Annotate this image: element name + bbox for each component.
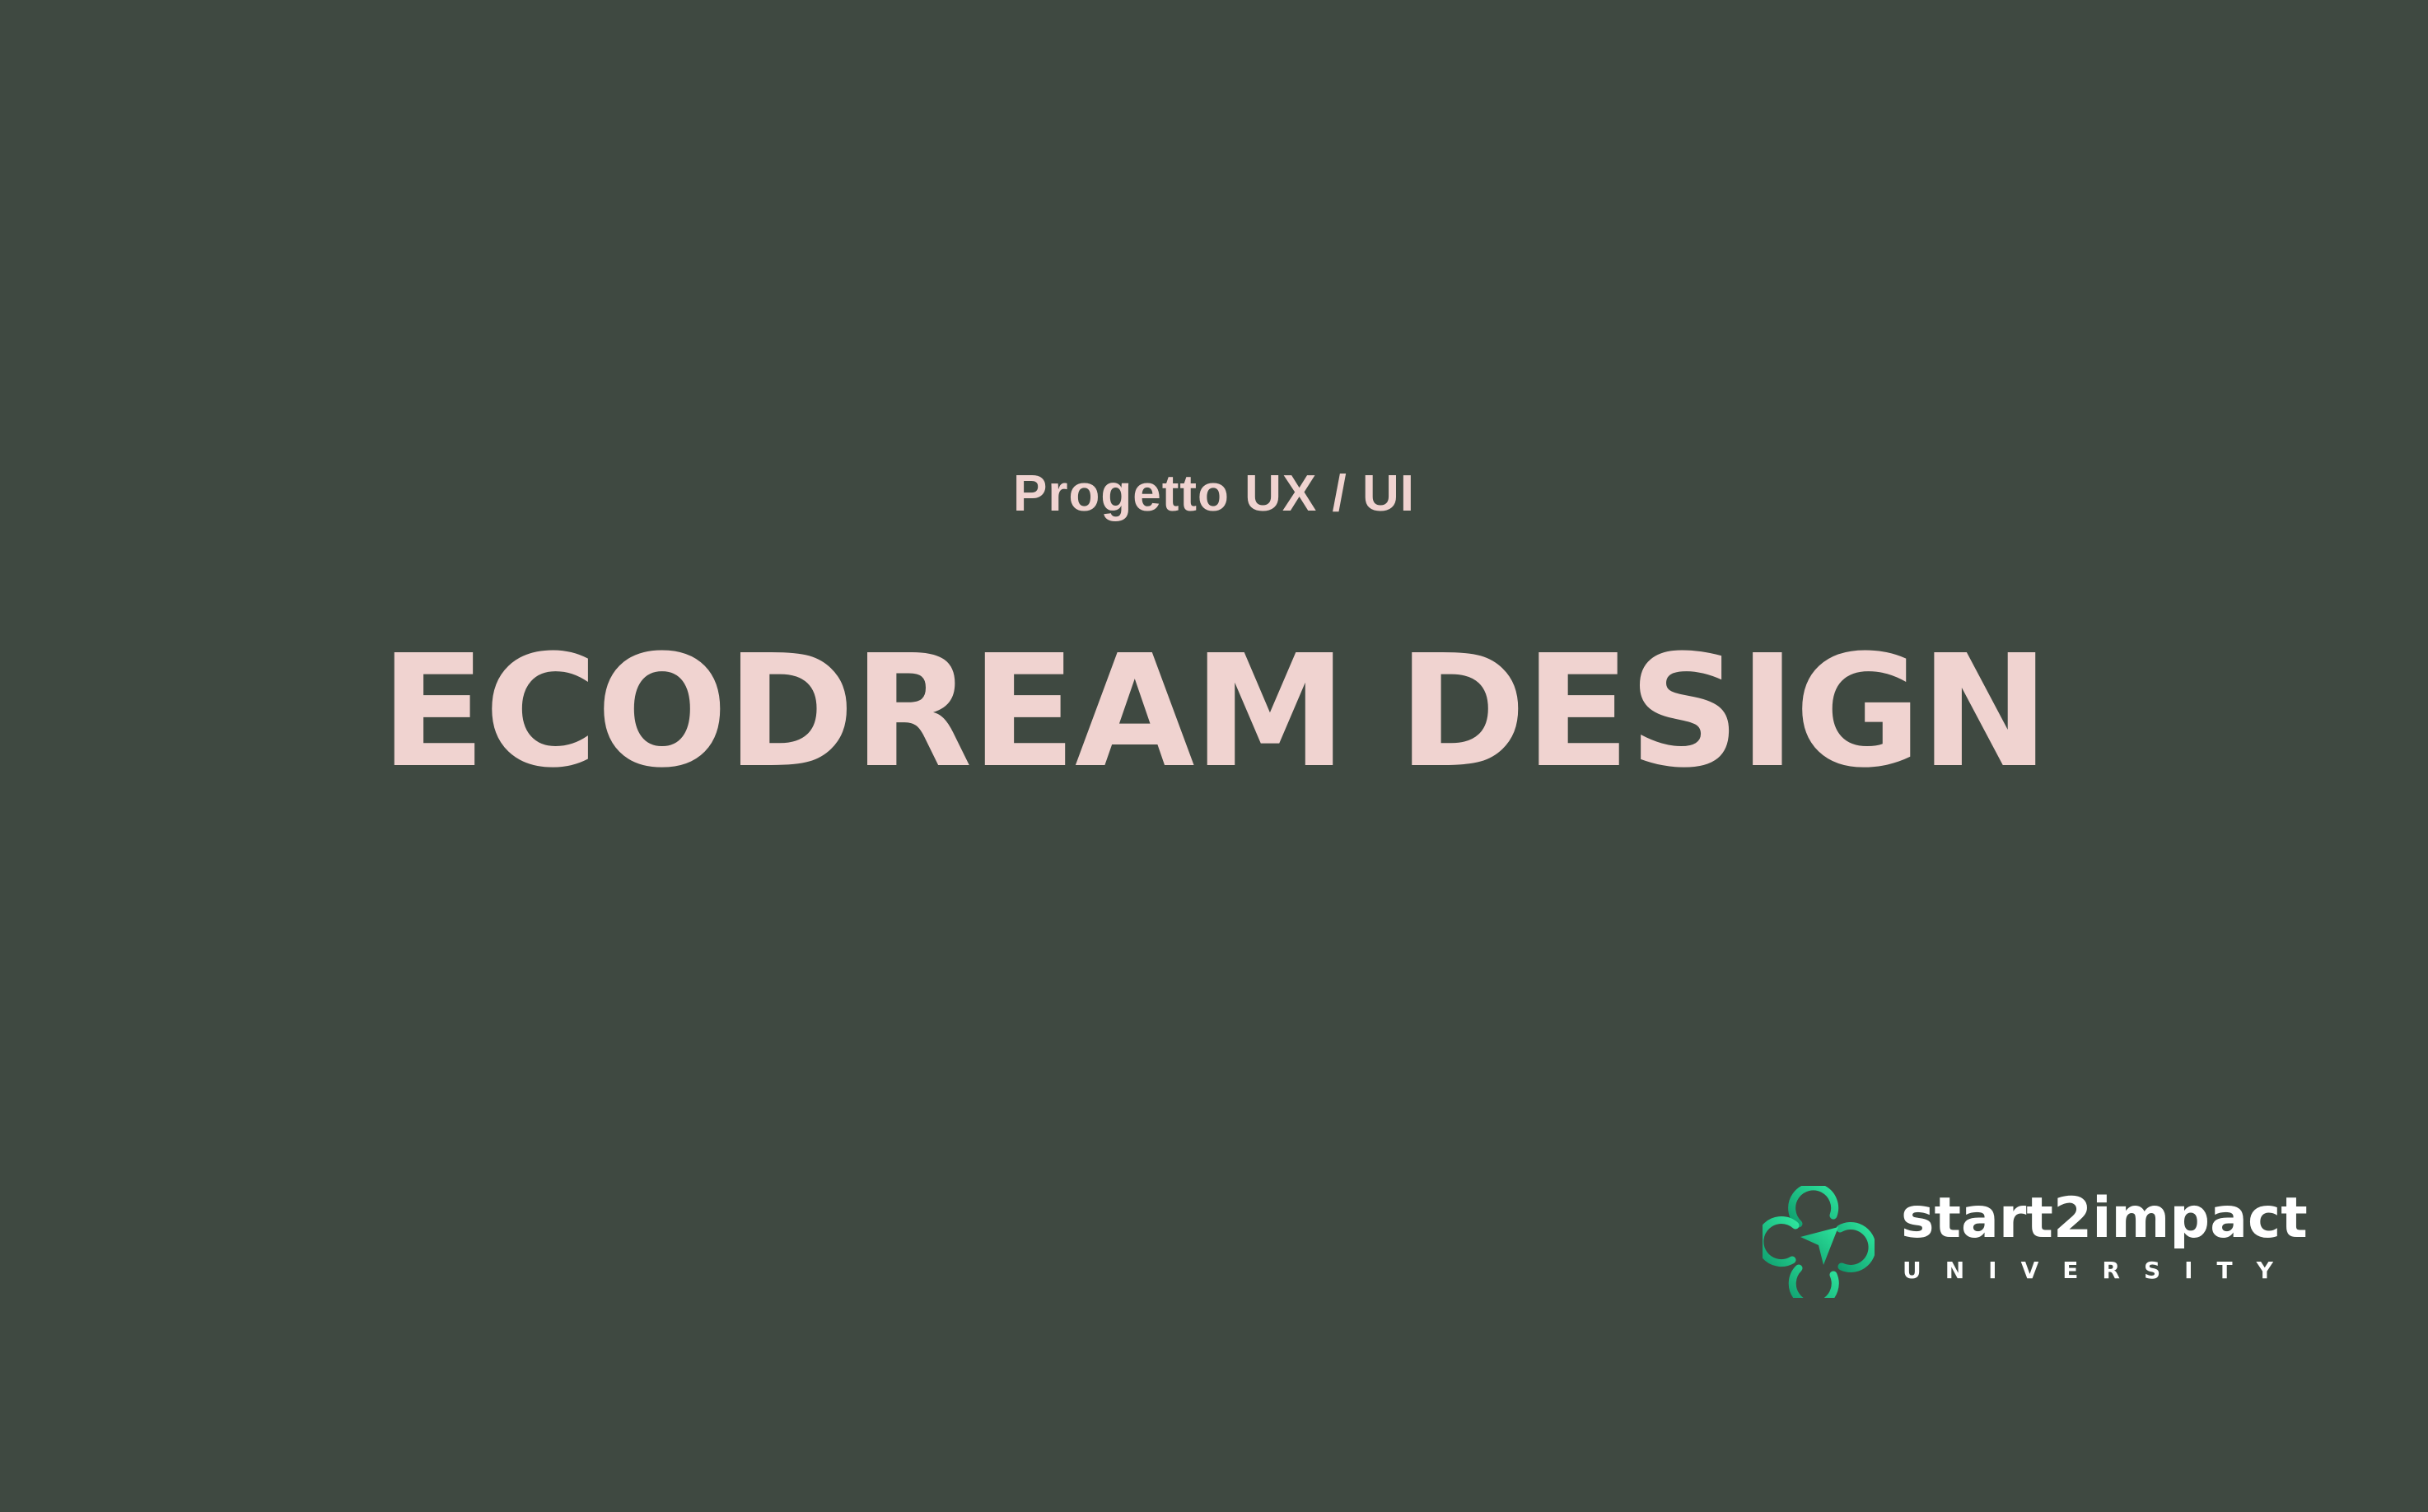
start2impact-logo: start2impact UNIVERSITY: [1763, 1184, 2308, 1300]
logo-wordmark: start2impact: [1901, 1186, 2308, 1251]
presentation-slide: Progetto UX / UI ECODREAM DESIGN start2i…: [0, 0, 2428, 1512]
slide-title: ECODREAM DESIGN: [380, 622, 2050, 802]
slide-subtitle: Progetto UX / UI: [1013, 465, 1415, 522]
logo-tagline: UNIVERSITY: [1903, 1257, 2297, 1284]
start2impact-logo-icon: [1763, 1186, 1875, 1298]
